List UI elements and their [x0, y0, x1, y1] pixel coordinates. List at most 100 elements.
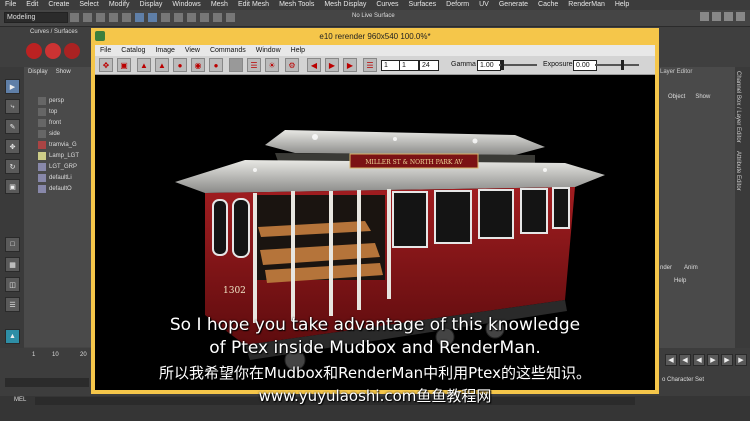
go-end-icon[interactable]: ▶ [343, 58, 357, 72]
snap-point-icon[interactable] [200, 13, 209, 22]
redo-icon[interactable] [122, 13, 131, 22]
tab-anim-layers[interactable]: Anim [684, 265, 698, 271]
outliner-item[interactable]: defaultLi [36, 172, 94, 183]
layer-help-menu[interactable]: Help [674, 278, 686, 284]
outliner-item[interactable]: tramvia_G [36, 139, 94, 150]
render-region-icon[interactable]: ▲ [155, 58, 169, 72]
select-object-icon[interactable] [148, 13, 157, 22]
menu-item-file[interactable]: File [0, 0, 21, 10]
live-surface-label[interactable]: No Live Surface [352, 13, 395, 19]
tab-show[interactable]: Show [695, 94, 710, 100]
outliner-item[interactable]: persp [36, 95, 94, 106]
outliner-menu-show[interactable]: Show [56, 69, 71, 75]
select-tool-icon[interactable]: ▶ [5, 79, 20, 94]
lasso-tool-icon[interactable]: ⤷ [5, 99, 20, 114]
menu-item-create[interactable]: Create [43, 0, 74, 10]
move-view-icon[interactable]: ✥ [99, 58, 113, 72]
render-menu-catalog[interactable]: Catalog [116, 47, 150, 54]
menu-item-mesh[interactable]: Mesh [206, 0, 233, 10]
render-menu-window[interactable]: Window [251, 47, 286, 54]
menu-item-generate[interactable]: Generate [494, 0, 533, 10]
play-icon[interactable]: ▶ [325, 58, 339, 72]
undo-icon[interactable] [109, 13, 118, 22]
light-icon[interactable]: ☀ [265, 58, 279, 72]
render-settings-icon[interactable] [64, 43, 80, 59]
shelf-tab[interactable]: Curves / Surfaces [30, 29, 78, 35]
render-window-titlebar[interactable]: e10 rerender 960x540 100.0%* [91, 28, 659, 45]
layout-two-icon[interactable]: ◫ [5, 277, 20, 292]
attribute-toggle-icon[interactable] [724, 12, 733, 21]
menu-item-mesh-display[interactable]: Mesh Display [319, 0, 371, 10]
settings-icon[interactable]: ⚙ [285, 58, 299, 72]
go-start-icon[interactable]: ◀ [307, 58, 321, 72]
render-menu-commands[interactable]: Commands [205, 47, 251, 54]
frame-end-field[interactable]: 24 [419, 60, 439, 71]
channel-toggle-icon[interactable] [736, 12, 745, 21]
move-tool-icon[interactable]: ✥ [5, 139, 20, 154]
tab-render-layers[interactable]: nder [660, 265, 672, 271]
tab-channel-box[interactable]: Channel Box / Layer Editor [735, 67, 741, 147]
frame-lines-icon[interactable]: ☰ [363, 58, 377, 72]
crop-icon[interactable]: ▣ [117, 58, 131, 72]
rotate-tool-icon[interactable]: ↻ [5, 159, 20, 174]
save-scene-icon[interactable] [96, 13, 105, 22]
ipr-render-icon[interactable] [45, 43, 61, 59]
layout-outliner-icon[interactable]: ☰ [5, 297, 20, 312]
menu-item-edit[interactable]: Edit [21, 0, 43, 10]
tab-object[interactable]: Object [668, 94, 685, 100]
menu-item-renderman[interactable]: RenderMan [563, 0, 610, 10]
frame-current-field[interactable]: 1 [399, 60, 419, 71]
frame-start-field[interactable]: 1 [381, 60, 401, 71]
stop-render-icon[interactable]: ● [209, 58, 223, 72]
render-menu-view[interactable]: View [180, 47, 205, 54]
menu-item-mesh-tools[interactable]: Mesh Tools [274, 0, 319, 10]
menu-item-surfaces[interactable]: Surfaces [404, 0, 442, 10]
menu-item-windows[interactable]: Windows [167, 0, 205, 10]
paint-select-icon[interactable]: ✎ [5, 119, 20, 134]
snap-curve-icon[interactable] [187, 13, 196, 22]
outliner-item[interactable]: Lamp_LGT [36, 150, 94, 161]
gamma-field[interactable]: 1.00 [477, 60, 501, 71]
layout-single-icon[interactable]: □ [5, 237, 20, 252]
outliner-menu-display[interactable]: Display [28, 69, 48, 75]
render-menu-help[interactable]: Help [286, 47, 310, 54]
snap-grid-icon[interactable] [174, 13, 183, 22]
outliner-item[interactable]: top [36, 106, 94, 117]
outliner-item[interactable]: side [36, 128, 94, 139]
menu-item-modify[interactable]: Modify [104, 0, 135, 10]
menu-item-display[interactable]: Display [134, 0, 167, 10]
exposure-field[interactable]: 0.00 [573, 60, 597, 71]
outliner-item[interactable]: defaultO [36, 183, 94, 194]
menu-item-edit-mesh[interactable]: Edit Mesh [233, 0, 274, 10]
exposure-slider[interactable] [595, 60, 639, 70]
menu-item-curves[interactable]: Curves [371, 0, 403, 10]
menu-item-deform[interactable]: Deform [441, 0, 474, 10]
layout-four-icon[interactable]: ▦ [5, 257, 20, 272]
gamma-slider[interactable] [499, 60, 537, 70]
render-menu-file[interactable]: File [95, 47, 116, 54]
render-icon[interactable] [26, 43, 42, 59]
teapot-icon[interactable]: ● [173, 58, 187, 72]
outliner-item[interactable]: LGT_GRP [36, 161, 94, 172]
open-scene-icon[interactable] [83, 13, 92, 22]
scale-tool-icon[interactable]: ▣ [5, 179, 20, 194]
menu-item-cache[interactable]: Cache [533, 0, 563, 10]
layout-icon[interactable] [700, 12, 709, 21]
tab-attribute-editor[interactable]: Attribute Editor [735, 147, 741, 195]
outliner-item[interactable]: front [36, 117, 94, 128]
magnet-icon[interactable] [226, 13, 235, 22]
outliner-toggle-icon[interactable] [712, 12, 721, 21]
select-hierarchy-icon[interactable] [135, 13, 144, 22]
render-icon[interactable]: ▲ [137, 58, 151, 72]
snapshot-icon[interactable]: ◉ [191, 58, 205, 72]
menu-item-uv[interactable]: UV [474, 0, 494, 10]
menu-item-help[interactable]: Help [610, 0, 634, 10]
mode-dropdown[interactable]: Modeling [4, 12, 68, 23]
snap-view-icon[interactable] [213, 13, 222, 22]
lines-icon[interactable]: ☰ [247, 58, 261, 72]
render-menu-image[interactable]: Image [150, 47, 179, 54]
new-scene-icon[interactable] [70, 13, 79, 22]
select-component-icon[interactable] [161, 13, 170, 22]
channel-icon[interactable] [229, 58, 243, 72]
menu-item-select[interactable]: Select [74, 0, 103, 10]
